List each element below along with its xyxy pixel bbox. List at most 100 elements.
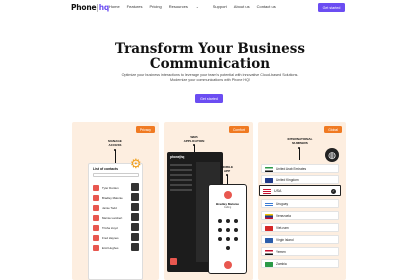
country-option-selected[interactable]: USA ✓	[259, 185, 341, 196]
web-app-menu-item	[170, 174, 192, 176]
avatar	[93, 204, 99, 211]
country-name: Venezuela	[276, 214, 291, 219]
logo-accent: hq	[98, 3, 110, 12]
hero-title-line2: Communication	[149, 56, 271, 72]
keypad-key[interactable]	[226, 246, 230, 250]
keypad-key[interactable]	[234, 219, 238, 223]
avatar	[93, 244, 99, 251]
hero-subtitle: Optimize your business interactions to l…	[121, 73, 299, 83]
lock-icon	[131, 223, 139, 231]
contact-name: Trisha Lloyd	[102, 225, 118, 230]
flag-icon	[265, 226, 273, 231]
globe-icon: ◍	[325, 148, 339, 162]
nav-menu: Home Features Pricing Resources ⌄ Support…	[109, 4, 283, 9]
country-name: Virgin Island	[276, 238, 294, 243]
web-app-menu-item	[170, 169, 192, 171]
nav-item-support[interactable]: Support	[213, 4, 227, 9]
nav-item-contact[interactable]: Contact us	[257, 4, 276, 9]
avatar	[93, 214, 99, 221]
mobile-app-label: MOBILE APP	[220, 165, 234, 173]
flag-icon	[263, 189, 271, 194]
country-name: Zambia	[276, 262, 287, 267]
avatar	[93, 234, 99, 241]
nav-item-resources[interactable]: Resources ⌄	[169, 4, 206, 9]
country-name: Viet-nam	[276, 226, 289, 231]
contact-name: Tyler Durden	[102, 185, 119, 190]
international-numbers-label: INTERNATIONAL NUMBERS	[287, 137, 313, 145]
contact-name: Marnie Lambert	[102, 215, 123, 220]
keypad-key[interactable]	[234, 237, 238, 241]
keypad-key[interactable]	[218, 237, 222, 241]
contact-name: Fred Haynes	[102, 235, 119, 240]
keypad-key[interactable]	[226, 219, 230, 223]
country-option[interactable]: Venezuela	[261, 211, 339, 220]
hero-title: Transform Your Business Communication	[0, 42, 420, 72]
lock-icon	[131, 203, 139, 211]
flag-icon	[265, 250, 273, 255]
nav-item-features[interactable]: Features	[127, 4, 143, 9]
flag-icon	[265, 238, 273, 243]
web-app-menu-item	[170, 189, 192, 191]
keypad-key[interactable]	[218, 228, 222, 232]
web-app-menu-item	[170, 184, 192, 186]
end-call-button[interactable]	[224, 261, 232, 269]
flag-icon	[265, 167, 273, 172]
top-navigation: Phone|hq Home Features Pricing Resources…	[0, 0, 420, 16]
lock-icon	[131, 183, 139, 191]
nav-item-home[interactable]: Home	[109, 4, 120, 9]
avatar	[93, 194, 99, 201]
contact-name: Bradley Malonie	[102, 195, 123, 200]
caller-avatar	[224, 191, 232, 199]
get-started-nav-button[interactable]: Get started	[318, 3, 345, 12]
nav-item-about[interactable]: About us	[234, 4, 250, 9]
connector-line	[115, 150, 116, 164]
global-badge: Global	[324, 126, 342, 133]
country-option[interactable]: Uruguay	[261, 199, 339, 208]
country-name: United Arab Emirates	[276, 167, 307, 172]
country-option[interactable]: Viet-nam	[261, 223, 339, 232]
phonehq-logo[interactable]: Phone|hq	[71, 3, 109, 12]
country-name: USA	[274, 189, 282, 194]
logo-text: Phone	[71, 3, 97, 12]
keypad-key[interactable]	[226, 237, 230, 241]
web-application-label: WEB APPLICATION	[183, 135, 205, 143]
privacy-badge: Privacy	[135, 126, 155, 133]
avatar	[170, 258, 177, 265]
keypad-key[interactable]	[234, 228, 238, 232]
country-option[interactable]: Virgin Island	[261, 235, 339, 244]
flag-icon	[265, 178, 273, 183]
country-option[interactable]: United Arab Emirates	[261, 164, 339, 173]
web-app-menu-item	[170, 164, 192, 166]
connector-line	[299, 148, 300, 160]
lock-icon	[131, 243, 139, 251]
manage-access-label: MANAGE ACCESS	[108, 139, 122, 147]
flag-icon	[265, 262, 273, 267]
country-name: Yemen	[276, 250, 286, 255]
country-name: Uruguay	[276, 202, 289, 207]
comfort-badge: Comfort	[228, 126, 249, 133]
contacts-search-input[interactable]	[93, 173, 139, 177]
country-option[interactable]: Yemen	[261, 247, 339, 256]
lock-icon	[131, 213, 139, 221]
gear-icon: ⚙	[130, 156, 142, 171]
flag-icon	[265, 202, 273, 207]
get-started-hero-button[interactable]: Get started	[195, 94, 223, 103]
contact-name: Emil Hughes	[102, 245, 119, 250]
country-option[interactable]: Zambia	[261, 259, 339, 268]
avatar	[93, 224, 99, 231]
keypad-key[interactable]	[218, 219, 222, 223]
mobile-phone-mockup: Bradley Malonie Calling	[208, 184, 247, 274]
hero-title-line1: Transform Your Business	[115, 41, 305, 57]
flag-icon	[265, 214, 273, 219]
chevron-down-icon: ⌄	[195, 5, 199, 9]
contacts-panel-title: List of contacts	[93, 167, 119, 171]
nav-item-resources-label: Resources	[168, 4, 188, 9]
web-app-menu-item	[170, 179, 192, 181]
country-option[interactable]: United Kingdom	[261, 175, 339, 184]
contact-name: Jamie Todd	[102, 205, 117, 210]
caller-status: Calling	[223, 206, 232, 209]
nav-item-pricing[interactable]: Pricing	[149, 4, 161, 9]
country-name: United Kingdom	[276, 178, 299, 183]
keypad-key[interactable]	[226, 228, 230, 232]
lock-icon	[131, 193, 139, 201]
